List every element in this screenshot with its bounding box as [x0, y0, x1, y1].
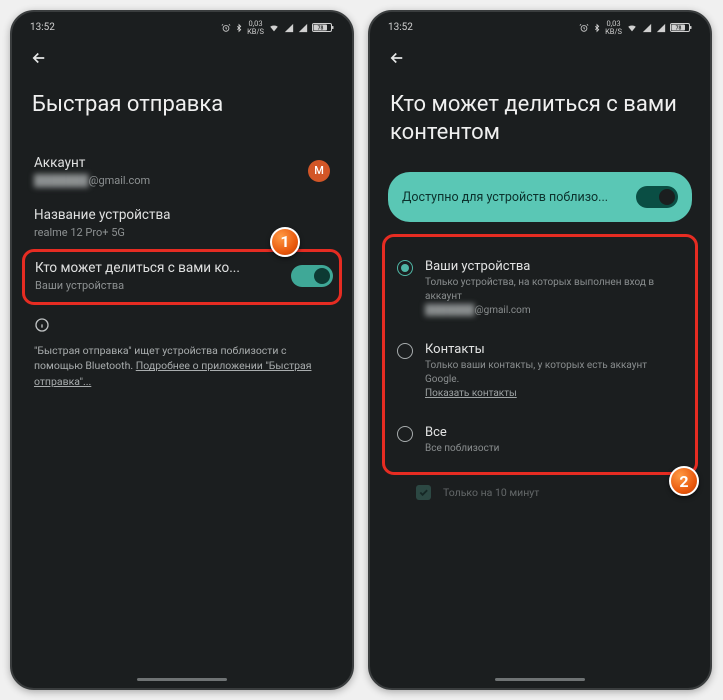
share-sub: Ваши устройства — [35, 279, 291, 292]
share-toggle[interactable] — [291, 265, 333, 287]
avatar[interactable]: M — [308, 160, 330, 182]
checkbox-checked[interactable] — [416, 485, 431, 500]
home-indicator[interactable] — [495, 678, 585, 682]
share-label: Кто может делиться с вами ко... — [35, 260, 291, 276]
arrow-back-icon — [388, 49, 406, 67]
account-email: ███████@gmail.com — [34, 174, 150, 187]
battery-icon: 78 — [312, 22, 334, 33]
status-bar: 13:52 0,03KB/S 78 — [12, 12, 352, 39]
home-indicator[interactable] — [137, 678, 227, 682]
back-button[interactable] — [12, 39, 352, 77]
checkbox-label: Только на 10 минут — [443, 486, 539, 499]
opt1-label: Ваши устройства — [425, 259, 683, 274]
option-your-devices[interactable]: Ваши устройства Только устройства, на ко… — [393, 249, 687, 332]
account-row[interactable]: Аккаунт ███████@gmail.com M — [30, 145, 334, 197]
device-value: realme 12 Pro+ 5G — [34, 226, 171, 239]
opt2-sub: Только ваши контакты, у которых есть акк… — [425, 359, 683, 401]
opt3-sub: Все поблизости — [425, 442, 499, 456]
phone-left: 13:52 0,03KB/S 78 Быстрая отправка Аккау… — [10, 10, 354, 690]
check-icon — [418, 487, 429, 498]
radio-unselected[interactable] — [397, 343, 413, 359]
status-icons: 0,03KB/S 78 — [221, 20, 334, 35]
options-highlight: Ваши устройства Только устройства, на ко… — [382, 234, 698, 475]
option-all[interactable]: Все Все поблизости — [393, 415, 687, 462]
bluetooth-icon — [235, 23, 243, 33]
signal-icon-2 — [656, 23, 666, 33]
opt3-label: Все — [425, 425, 499, 440]
account-label: Аккаунт — [34, 155, 150, 171]
status-time: 13:52 — [30, 22, 55, 33]
svg-text:78: 78 — [676, 26, 682, 32]
signal-icon — [284, 23, 294, 33]
callout-badge-2: 2 — [669, 466, 699, 496]
info-icon — [30, 305, 334, 343]
only-10-min-row[interactable]: Только на 10 минут — [388, 475, 692, 500]
share-row-highlight: Кто может делиться с вами ко... Ваши уст… — [22, 249, 342, 305]
battery-icon: 78 — [670, 22, 692, 33]
radio-unselected[interactable] — [397, 426, 413, 442]
back-button[interactable] — [370, 39, 710, 77]
status-time: 13:52 — [388, 22, 413, 33]
bluetooth-icon — [593, 23, 601, 33]
nearby-toggle-row[interactable]: Доступно для устройств поблизо... — [388, 172, 692, 222]
nearby-label: Доступно для устройств поблизо... — [402, 190, 608, 205]
svg-text:78: 78 — [318, 26, 324, 32]
opt2-label: Контакты — [425, 342, 683, 357]
radio-selected[interactable] — [397, 260, 413, 276]
signal-icon — [642, 23, 652, 33]
callout-badge-1: 1 — [270, 227, 300, 257]
signal-icon-2 — [298, 23, 308, 33]
share-row[interactable]: Кто может делиться с вами ко... Ваши уст… — [35, 260, 291, 292]
nearby-toggle[interactable] — [636, 186, 678, 208]
wifi-icon — [626, 23, 638, 33]
page-title: Кто может делиться с вами контентом — [370, 77, 710, 172]
page-title: Быстрая отправка — [12, 77, 352, 145]
status-bar: 13:52 0,03KB/S 78 — [370, 12, 710, 39]
info-text: "Быстрая отправка" ищет устройства побли… — [30, 343, 334, 400]
opt1-sub: Только устройства, на которых выполнен в… — [425, 276, 683, 318]
status-icons: 0,03KB/S 78 — [579, 20, 692, 35]
option-contacts[interactable]: Контакты Только ваши контакты, у которых… — [393, 332, 687, 415]
show-contacts-link[interactable]: Показать контакты — [425, 388, 517, 399]
arrow-back-icon — [30, 49, 48, 67]
phone-right: 13:52 0,03KB/S 78 Кто может делиться с в… — [368, 10, 712, 690]
device-label: Название устройства — [34, 207, 171, 223]
alarm-icon — [221, 23, 231, 33]
wifi-icon — [268, 23, 280, 33]
alarm-icon — [579, 23, 589, 33]
